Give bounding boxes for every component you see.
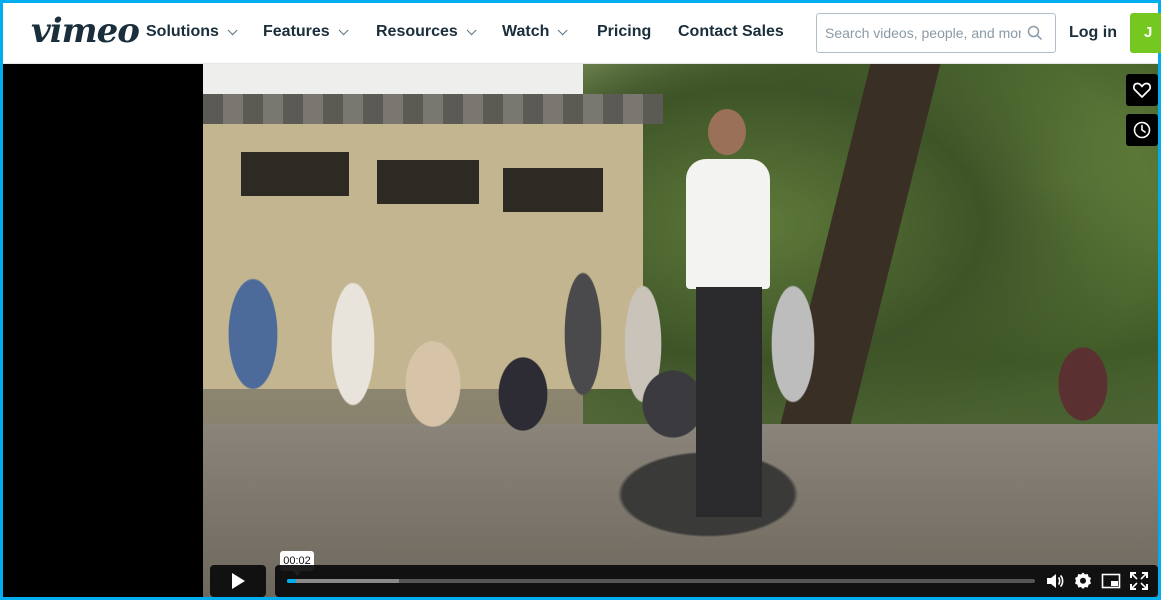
- video-scene-window: [241, 152, 349, 196]
- control-bar: [275, 565, 1158, 597]
- search-box: [816, 13, 1056, 53]
- chevron-down-icon: [558, 24, 568, 35]
- site-header: vimeo Solutions Features Resources Watch…: [3, 3, 1161, 64]
- picture-in-picture-icon[interactable]: [1101, 571, 1121, 591]
- play-button[interactable]: [210, 565, 266, 597]
- nav-resources[interactable]: Resources: [376, 23, 477, 41]
- clock-icon: [1133, 121, 1151, 139]
- nav-solutions-label: Solutions: [146, 23, 219, 40]
- heart-icon: [1133, 82, 1151, 98]
- performer-head: [708, 109, 746, 155]
- nav-pricing-label: Pricing: [597, 23, 652, 40]
- nav-pricing[interactable]: Pricing: [597, 23, 651, 41]
- chevron-down-icon: [466, 24, 477, 35]
- video-scene-window: [377, 160, 479, 204]
- performer-legs: [696, 287, 762, 517]
- watch-later-button[interactable]: [1126, 114, 1158, 146]
- join-button[interactable]: J: [1130, 13, 1161, 53]
- nav-contact-sales-label: Contact Sales: [678, 23, 784, 40]
- nav-features[interactable]: Features: [263, 23, 349, 41]
- video-frame[interactable]: [203, 64, 1158, 597]
- progress-loaded: [287, 579, 400, 583]
- progress-played: [287, 579, 296, 583]
- progress-bar[interactable]: [287, 579, 1035, 583]
- vimeo-logo[interactable]: vimeo: [31, 11, 140, 51]
- nav-resources-label: Resources: [376, 23, 458, 40]
- volume-icon[interactable]: [1045, 571, 1065, 591]
- nav-watch[interactable]: Watch: [502, 23, 568, 41]
- search-input[interactable]: [825, 25, 1021, 41]
- video-scene-performer: [678, 109, 778, 519]
- settings-icon[interactable]: [1073, 571, 1093, 591]
- video-scene-roof: [203, 94, 663, 124]
- like-button[interactable]: [1126, 74, 1158, 106]
- nav-contact-sales[interactable]: Contact Sales: [678, 23, 784, 41]
- fullscreen-icon[interactable]: [1129, 571, 1149, 591]
- video-player[interactable]: 00:02: [3, 64, 1158, 597]
- chevron-down-icon: [338, 24, 349, 35]
- chevron-down-icon: [227, 24, 238, 35]
- login-link[interactable]: Log in: [1069, 24, 1117, 42]
- nav-features-label: Features: [263, 23, 330, 40]
- play-icon: [232, 573, 245, 589]
- nav-watch-label: Watch: [502, 23, 550, 40]
- performer-shirt: [686, 159, 770, 289]
- search-icon[interactable]: [1027, 25, 1043, 41]
- nav-solutions[interactable]: Solutions: [146, 23, 238, 41]
- video-scene-window: [503, 168, 603, 212]
